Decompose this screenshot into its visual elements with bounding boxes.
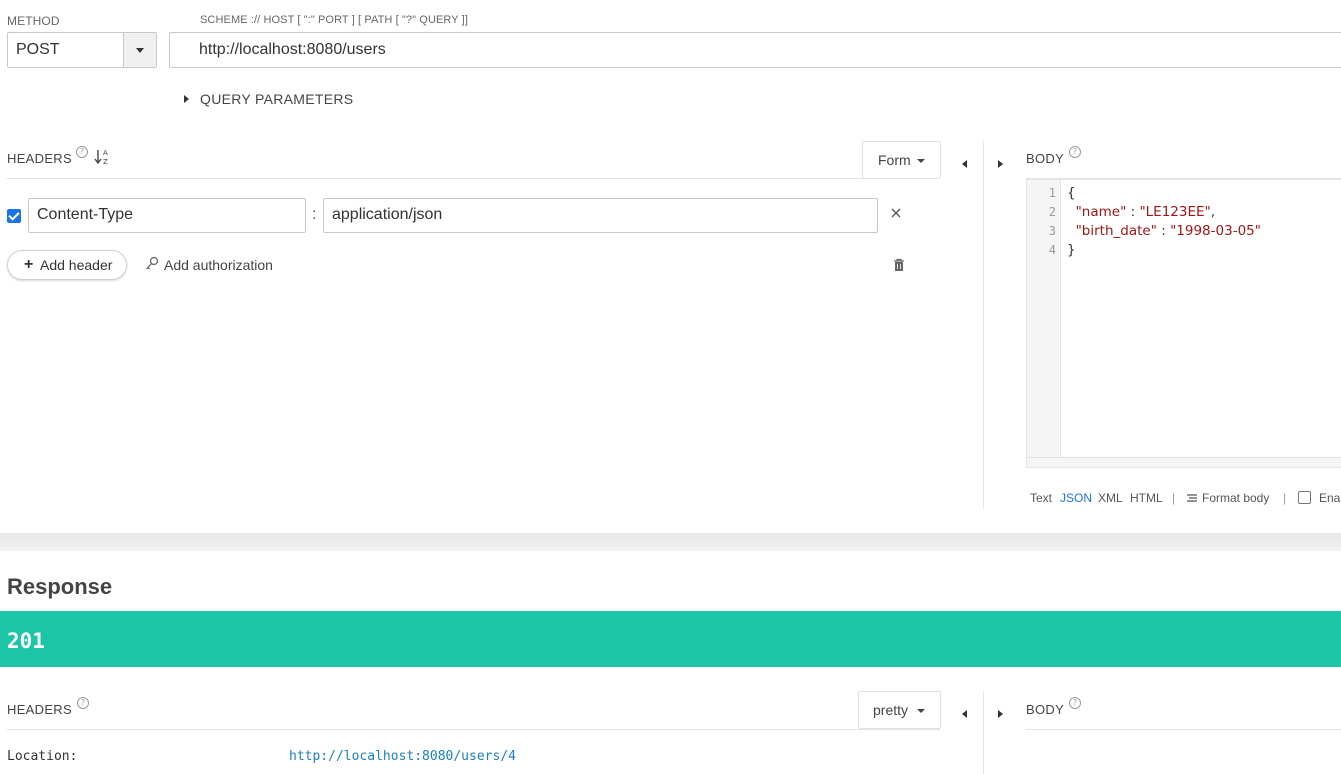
method-select[interactable]: POST: [7, 32, 157, 68]
panel-divider: [983, 141, 984, 509]
section-separator: [0, 533, 1341, 551]
method-dropdown-toggle[interactable]: [123, 33, 156, 67]
line-number: 3: [1048, 224, 1056, 238]
query-parameters-label: QUERY PARAMETERS: [200, 91, 354, 107]
format-text[interactable]: Text: [1030, 491, 1052, 505]
header-value-input[interactable]: application/json: [323, 198, 878, 233]
enable-label: Enal: [1319, 491, 1341, 505]
caret-down-icon: [917, 159, 925, 163]
format-html[interactable]: HTML: [1130, 491, 1163, 505]
url-input[interactable]: http://localhost:8080/users: [169, 32, 1341, 68]
add-header-label: Add header: [40, 257, 113, 273]
collapse-right-icon[interactable]: [998, 155, 1003, 173]
caret-right-icon: [184, 95, 189, 103]
svg-text:Z: Z: [103, 158, 108, 166]
header-key-input[interactable]: Content-Type: [28, 198, 306, 233]
headers-divider: [7, 178, 940, 179]
response-header-link[interactable]: http://localhost:8080/users/4: [289, 749, 516, 764]
code-line: "name" : "LE123EE",: [1075, 204, 1216, 220]
editor-gutter: 1 2 3 4: [1027, 180, 1061, 467]
response-headers-title: HEADERS: [7, 702, 72, 717]
plus-icon: +: [24, 256, 34, 273]
header-key-value: Content-Type: [37, 206, 134, 223]
line-number: 2: [1048, 205, 1056, 219]
method-value: POST: [16, 41, 60, 58]
format-lines-icon: [1186, 493, 1198, 503]
key-icon: [145, 256, 159, 272]
code-line: }: [1067, 242, 1076, 258]
headers-title: HEADERS: [7, 151, 72, 166]
add-header-button[interactable]: + Add header: [7, 250, 127, 280]
response-header-name: Location:: [7, 749, 78, 764]
response-headers-divider: [7, 729, 940, 730]
add-authorization-button[interactable]: Add authorization: [164, 257, 273, 273]
format-json[interactable]: JSON: [1060, 491, 1092, 505]
help-icon[interactable]: ?: [1069, 146, 1081, 158]
response-headers-mode-value: pretty: [873, 702, 909, 718]
collapse-right-icon[interactable]: [998, 705, 1003, 723]
trash-icon[interactable]: [893, 258, 905, 272]
response-body-divider: [1026, 729, 1341, 730]
body-editor[interactable]: 1 2 3 4 { "name" : "LE123EE", "birth_dat…: [1026, 179, 1341, 468]
help-icon[interactable]: ?: [77, 697, 89, 709]
url-format-label: SCHEME :// HOST [ ":" PORT ] [ PATH [ "?…: [200, 14, 468, 26]
url-value: http://localhost:8080/users: [199, 41, 386, 58]
header-value-text: application/json: [332, 206, 443, 223]
collapse-left-icon[interactable]: [962, 155, 967, 173]
line-number: 1: [1048, 186, 1056, 200]
caret-down-icon: [917, 709, 925, 713]
headers-mode-value: Form: [878, 152, 911, 168]
svg-text:A: A: [103, 149, 108, 157]
line-number: 4: [1048, 243, 1056, 257]
format-separator: |: [1172, 491, 1176, 505]
response-body-title: BODY: [1026, 702, 1065, 717]
close-icon[interactable]: [890, 206, 902, 218]
editor-scrollbar[interactable]: [1027, 457, 1341, 467]
format-body-button[interactable]: Format body: [1202, 491, 1269, 505]
format-xml[interactable]: XML: [1098, 491, 1123, 505]
format-separator: |: [1283, 491, 1287, 505]
body-title: BODY: [1026, 151, 1065, 166]
code-line: "birth_date" : "1998-03-05": [1075, 223, 1261, 239]
panel-divider: [983, 691, 984, 774]
enable-checkbox[interactable]: [1298, 491, 1311, 504]
status-code: 201: [7, 629, 45, 653]
sort-alpha-icon[interactable]: A Z: [94, 148, 110, 166]
header-separator: :: [312, 206, 317, 223]
body-format-bar: Text JSON XML HTML | Format body | Enal: [1030, 491, 1341, 507]
help-icon[interactable]: ?: [76, 146, 88, 158]
method-label: METHOD: [7, 14, 60, 28]
response-title: Response: [7, 574, 113, 599]
caret-down-icon: [136, 48, 144, 53]
headers-mode-dropdown[interactable]: Form: [862, 141, 941, 179]
help-icon[interactable]: ?: [1069, 697, 1081, 709]
header-enabled-checkbox[interactable]: [7, 209, 21, 223]
code-line: {: [1067, 185, 1076, 201]
response-headers-mode-dropdown[interactable]: pretty: [858, 691, 941, 729]
collapse-left-icon[interactable]: [962, 705, 967, 723]
status-bar: 201: [0, 611, 1341, 667]
